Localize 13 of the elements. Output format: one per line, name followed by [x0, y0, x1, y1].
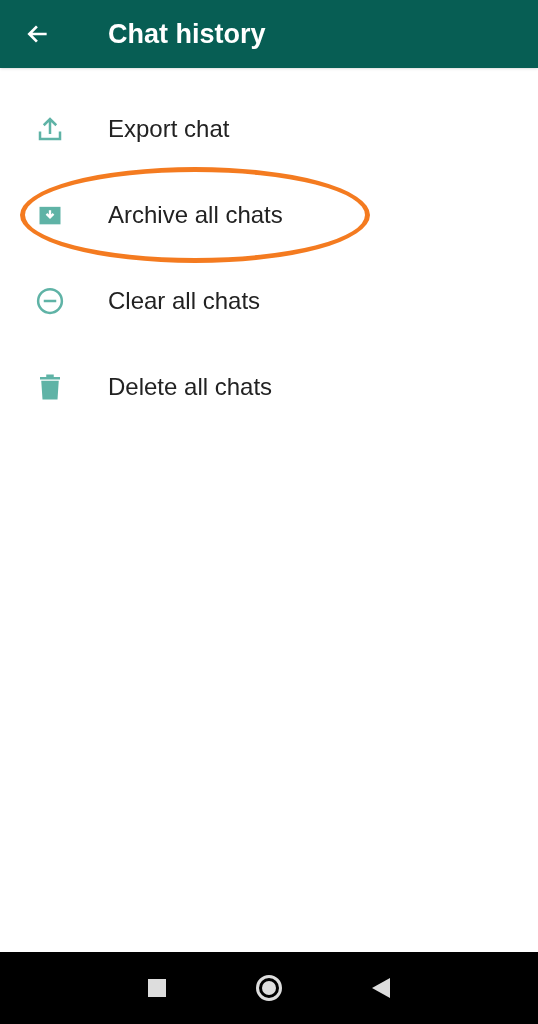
minus-circle-icon	[35, 286, 65, 316]
trash-icon	[37, 372, 63, 402]
menu-item-label: Export chat	[108, 114, 230, 144]
screen-title: Chat history	[108, 17, 266, 51]
menu-item[interactable]: Export chat	[0, 86, 538, 172]
menu-item[interactable]: Archive all chats	[0, 172, 538, 258]
home-icon[interactable]	[256, 975, 282, 1001]
menu-item[interactable]: Clear all chats	[0, 258, 538, 344]
menu-item-label: Archive all chats	[108, 200, 283, 230]
menu-item-label: Clear all chats	[108, 286, 261, 316]
menu-item[interactable]: Delete all chats	[0, 344, 538, 430]
menu-item-label: Delete all chats	[108, 372, 273, 402]
back-icon[interactable]	[372, 978, 390, 998]
